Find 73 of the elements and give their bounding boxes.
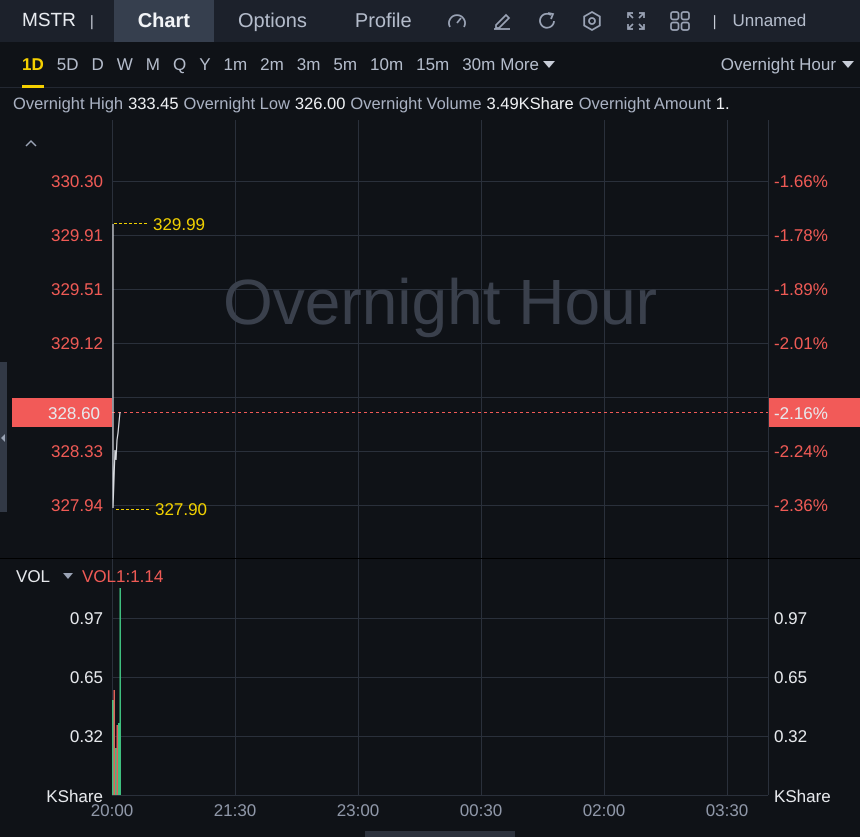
period-tab[interactable]: Y — [199, 42, 211, 88]
period-tab[interactable]: W — [116, 42, 133, 88]
stat-value: 326.00 — [294, 94, 346, 114]
volume-axis-label: 0.97 — [774, 609, 808, 628]
period-tab[interactable]: Q — [172, 42, 186, 88]
percent-axis-label: -1.78% — [774, 226, 828, 245]
current-price-badge: 328.60 — [12, 398, 112, 427]
volume-unit-label: KShare — [774, 787, 831, 806]
period-tab[interactable]: 1m — [224, 42, 248, 88]
period-tab[interactable]: 2m — [260, 42, 284, 88]
period-tab[interactable]: M — [146, 42, 160, 88]
stat-value: 3.49KShare — [486, 94, 574, 114]
stat-label: Overnight Volume — [350, 94, 482, 114]
volume-axis-label: 0.97 — [70, 609, 103, 628]
price-axis-label: 329.12 — [51, 334, 103, 353]
grid-icon[interactable] — [668, 10, 691, 32]
stat-label: Overnight High — [13, 94, 124, 114]
period-tab[interactable]: 5D — [56, 42, 78, 88]
separator: | — [90, 12, 94, 30]
period-tab[interactable]: 1D — [22, 42, 44, 88]
high-marker-line — [114, 223, 148, 224]
time-axis-label: 23:00 — [336, 801, 380, 820]
current-percent-badge: -2.16% — [769, 398, 860, 427]
volume-indicator: VOL1:1.14 — [82, 567, 164, 586]
fullscreen-icon[interactable] — [626, 11, 646, 31]
more-dropdown[interactable]: More — [500, 54, 556, 74]
volume-axis-label: 0.32 — [70, 727, 103, 746]
time-axis-label: 21:30 — [214, 801, 256, 820]
period-tab[interactable]: D — [91, 42, 104, 88]
price-axis-label: 327.94 — [51, 496, 103, 515]
time-axis-label: 00:30 — [460, 801, 502, 820]
time-axis-label: 20:00 — [90, 801, 134, 820]
price-axis-label: 330.30 — [51, 172, 103, 191]
period-tab[interactable]: 30m — [462, 42, 496, 88]
high-price-marker: 329.99 — [153, 215, 205, 234]
collapse-icon[interactable] — [25, 140, 37, 147]
volume-axis-label: 0.65 — [774, 668, 808, 687]
volume-axis-label: 0.32 — [774, 727, 808, 746]
stat-label: Overnight Low — [184, 94, 290, 114]
layout-dropdown[interactable]: Unnamed — [732, 11, 806, 31]
time-axis-label: 03:30 — [706, 801, 748, 820]
volume-title[interactable]: VOL — [16, 567, 50, 586]
period-tab[interactable]: 5m — [333, 42, 358, 88]
scroll-handle[interactable] — [365, 831, 515, 837]
tab[interactable]: Chart — [114, 0, 214, 42]
caret-icon[interactable] — [63, 573, 73, 579]
tab[interactable]: Options — [214, 0, 331, 42]
period-tab[interactable]: 10m — [370, 42, 404, 88]
period-tab[interactable]: 3m — [296, 42, 320, 88]
settings-icon[interactable] — [580, 10, 603, 32]
tab[interactable]: Profile — [330, 0, 436, 42]
low-price-marker: 327.90 — [155, 500, 207, 519]
price-axis-label: 328.33 — [51, 442, 103, 461]
caret-icon — [543, 60, 556, 68]
percent-axis-label: -2.01% — [774, 334, 828, 353]
side-handle[interactable] — [0, 362, 7, 512]
price-axis-label: 329.91 — [51, 226, 103, 245]
stat-value: 333.45 — [128, 94, 179, 114]
separator: | — [712, 12, 717, 30]
period-tab[interactable]: 15m — [416, 42, 450, 88]
percent-axis-label: -2.24% — [774, 442, 828, 461]
volume-axis-label: 0.65 — [70, 668, 103, 687]
percent-axis-label: -1.89% — [774, 280, 828, 299]
stock-symbol: MSTR — [22, 10, 76, 32]
time-axis-label: 02:00 — [582, 801, 626, 820]
stat-value: 1. — [716, 94, 730, 114]
price-axis-label: 329.51 — [51, 280, 103, 299]
caret-icon — [842, 60, 854, 68]
session-dropdown[interactable]: Overnight Hour — [720, 54, 854, 74]
stat-label: Overnight Amount — [578, 94, 711, 114]
percent-axis-label: -2.36% — [774, 496, 828, 515]
low-marker-line — [116, 509, 150, 510]
percent-axis-label: -1.66% — [774, 172, 828, 191]
